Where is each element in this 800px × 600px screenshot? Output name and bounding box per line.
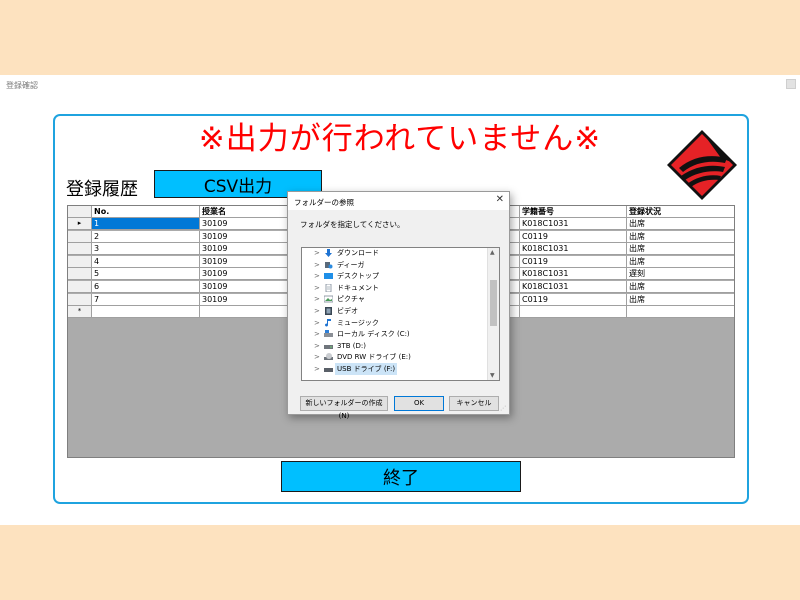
cell-student-id[interactable]: C0119 bbox=[520, 230, 627, 243]
folder-tree-label: ダウンロード bbox=[337, 249, 379, 257]
row-header[interactable]: ▸ bbox=[68, 218, 92, 230]
cell-no[interactable]: 4 bbox=[92, 255, 200, 268]
music-icon bbox=[324, 318, 333, 327]
cell-student-id[interactable]: K018C1031 bbox=[520, 268, 627, 281]
media-server-icon bbox=[324, 261, 333, 269]
folder-tree-label: ピクチャ bbox=[337, 295, 365, 304]
close-icon[interactable]: ✕ bbox=[496, 194, 504, 205]
cell-status[interactable]: 出席 bbox=[627, 293, 734, 306]
chevron-right-icon[interactable]: > bbox=[314, 340, 320, 352]
folder-tree-item[interactable]: > ビデオ bbox=[302, 305, 487, 317]
row-header[interactable] bbox=[68, 268, 92, 281]
cell-status[interactable]: 遅刻 bbox=[627, 268, 734, 281]
disk-icon bbox=[324, 330, 333, 338]
folder-browse-dialog: フォルダーの参照 ✕ フォルダを指定してください。 > ダウンロード > ディーガ > デ… bbox=[287, 191, 510, 420]
folder-tree[interactable]: > ダウンロード > ディーガ > デスクトップ > ドキュメント > ピクチャ > ビデオ > ミュージ… bbox=[301, 247, 500, 381]
folder-tree-item[interactable]: > USB ドライブ (F:) bbox=[302, 363, 487, 375]
desktop-icon bbox=[324, 272, 333, 280]
folder-tree-label: DVD RW ドライブ (E:) bbox=[337, 353, 411, 362]
cancel-button[interactable]: キャンセル bbox=[449, 396, 499, 411]
tree-scrollbar[interactable]: ▲ ▼ bbox=[487, 248, 499, 380]
scrollbar-thumb[interactable] bbox=[490, 280, 497, 326]
column-header-no[interactable]: No. bbox=[92, 206, 200, 218]
chevron-right-icon[interactable]: > bbox=[314, 351, 320, 363]
video-icon bbox=[324, 307, 333, 315]
chevron-right-icon[interactable]: > bbox=[314, 270, 320, 282]
document-icon bbox=[324, 283, 333, 293]
picture-icon bbox=[323, 295, 334, 303]
new-row-cell[interactable] bbox=[627, 306, 734, 319]
download-icon bbox=[324, 249, 333, 257]
chevron-right-icon[interactable]: > bbox=[314, 248, 320, 259]
new-row-cell[interactable] bbox=[92, 306, 200, 319]
cell-student-id[interactable]: K018C1031 bbox=[520, 281, 627, 293]
folder-tree-label: 3TB (D:) bbox=[337, 341, 366, 350]
dialog-title: フォルダーの参照 bbox=[294, 198, 354, 207]
folder-tree-label: ミュージック bbox=[337, 318, 379, 327]
chevron-right-icon[interactable]: > bbox=[314, 293, 320, 305]
folder-tree-item[interactable]: > ローカル ディスク (C:) bbox=[302, 328, 487, 340]
row-header[interactable] bbox=[68, 255, 92, 268]
dialog-instruction: フォルダを指定してください。 bbox=[300, 220, 405, 229]
folder-tree-label: ドキュメント bbox=[337, 283, 379, 292]
row-header[interactable] bbox=[68, 230, 92, 243]
folder-tree-item[interactable]: > デスクトップ bbox=[302, 270, 487, 282]
folder-tree-item[interactable]: > ミュージック bbox=[302, 317, 487, 329]
cell-student-id[interactable]: K018C1031 bbox=[520, 243, 627, 256]
ok-button[interactable]: OK bbox=[394, 396, 444, 411]
cell-no[interactable]: 3 bbox=[92, 243, 200, 256]
new-row-header[interactable]: * bbox=[68, 306, 92, 319]
row-header[interactable] bbox=[68, 293, 92, 306]
chevron-right-icon[interactable]: > bbox=[314, 363, 320, 375]
folder-tree-item[interactable]: > DVD RW ドライブ (E:) bbox=[302, 351, 487, 363]
cell-no[interactable]: 1 bbox=[92, 218, 200, 230]
drive-icon bbox=[324, 342, 333, 350]
row-header[interactable] bbox=[68, 281, 92, 293]
cell-no[interactable]: 5 bbox=[92, 268, 200, 281]
cell-status[interactable]: 出席 bbox=[627, 281, 734, 293]
column-header-student-id[interactable]: 学籍番号 bbox=[520, 206, 627, 218]
cell-no[interactable]: 6 bbox=[92, 281, 200, 293]
cell-status[interactable]: 出席 bbox=[627, 218, 734, 230]
new-folder-button[interactable]: 新しいフォルダーの作成(N) bbox=[300, 396, 388, 420]
chevron-right-icon[interactable]: > bbox=[314, 282, 320, 294]
chevron-right-icon[interactable]: > bbox=[314, 259, 320, 271]
cell-status[interactable]: 出席 bbox=[627, 230, 734, 243]
scroll-up-icon[interactable]: ▲ bbox=[490, 249, 495, 256]
chevron-right-icon[interactable]: > bbox=[314, 328, 320, 340]
chevron-right-icon[interactable]: > bbox=[314, 317, 320, 329]
window-title: 登録確認 bbox=[6, 81, 38, 90]
folder-tree-item[interactable]: > ピクチャ bbox=[302, 293, 487, 305]
chevron-right-icon[interactable]: > bbox=[314, 305, 320, 317]
folder-tree-label: ローカル ディスク (C:) bbox=[337, 330, 410, 339]
column-header-status[interactable]: 登録状況 bbox=[627, 206, 734, 218]
new-row-cell[interactable] bbox=[520, 306, 627, 319]
folder-tree-label: デスクトップ bbox=[337, 272, 379, 281]
cell-student-id[interactable]: K018C1031 bbox=[520, 218, 627, 230]
cell-status[interactable]: 出席 bbox=[627, 243, 734, 256]
scroll-down-icon[interactable]: ▼ bbox=[490, 372, 495, 379]
end-button[interactable]: 終了 bbox=[281, 461, 521, 492]
folder-tree-item[interactable]: > ディーガ bbox=[302, 259, 487, 271]
history-label: 登録履歴 bbox=[66, 179, 138, 200]
folder-tree-item[interactable]: >3TB (D:) bbox=[302, 340, 487, 352]
row-header-corner bbox=[68, 206, 92, 218]
cell-status[interactable]: 出席 bbox=[627, 255, 734, 268]
window-control-icon[interactable] bbox=[786, 79, 796, 89]
cell-no[interactable]: 2 bbox=[92, 230, 200, 243]
usb-drive-icon bbox=[324, 365, 333, 373]
cell-student-id[interactable]: C0119 bbox=[520, 293, 627, 306]
folder-tree-label: USB ドライブ (F:) bbox=[335, 363, 398, 375]
folder-tree-item[interactable]: > ドキュメント bbox=[302, 282, 487, 294]
folder-tree-label: ビデオ bbox=[337, 307, 358, 315]
dvd-drive-icon bbox=[324, 353, 333, 361]
folder-tree-item[interactable]: > ダウンロード bbox=[302, 248, 487, 259]
logo-icon bbox=[667, 130, 737, 200]
resize-grip-icon[interactable]: ⋰ bbox=[500, 405, 506, 412]
folder-tree-label: ディーガ bbox=[337, 260, 365, 269]
cell-no[interactable]: 7 bbox=[92, 293, 200, 306]
row-header[interactable] bbox=[68, 243, 92, 256]
cell-student-id[interactable]: C0119 bbox=[520, 255, 627, 268]
